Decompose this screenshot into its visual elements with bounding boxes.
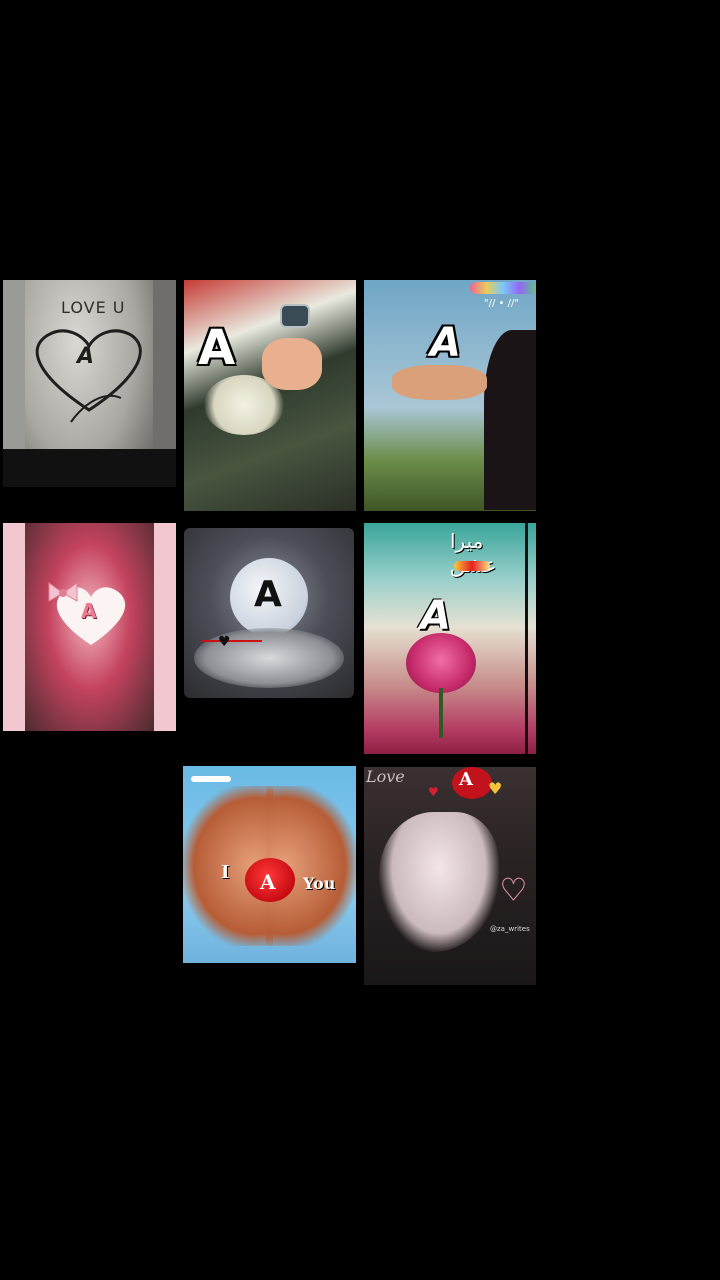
letter-a: A — [430, 320, 461, 366]
tile-moon[interactable]: ♥ A — [184, 528, 354, 698]
hand-image — [379, 812, 499, 952]
tile-holding-hands[interactable]: A — [184, 280, 356, 511]
tile-bottom-shadow — [3, 449, 176, 487]
tile-love-u-sand-heart[interactable]: LOVE U A — [3, 280, 176, 487]
rose-stem — [439, 688, 443, 738]
tile-dark-hand[interactable]: Love A ♥ ♥ ♥ @za_writes — [364, 767, 536, 985]
letter-a: A — [420, 593, 451, 639]
letter-a: A — [260, 870, 276, 894]
word-i: I — [221, 862, 230, 883]
tile-rose[interactable]: میرا عشق A — [364, 523, 536, 754]
tile-sky-girl[interactable]: "// • //" A — [364, 280, 536, 511]
tile-pink-bow-heart[interactable]: A — [3, 523, 176, 731]
tiny-banner — [191, 776, 231, 782]
love-script: Love — [366, 767, 405, 786]
letter-a: A — [254, 574, 282, 615]
emoji-strip — [470, 282, 536, 294]
divider-line — [525, 523, 528, 754]
outline-heart-icon: ♥ — [500, 873, 528, 909]
badge-text: "// • //" — [484, 298, 519, 309]
yellow-heart-icon: ♥ — [488, 779, 503, 798]
small-red-heart-icon: ♥ — [428, 785, 439, 799]
heart-icon — [48, 582, 126, 645]
black-heart-icon: ♥ — [218, 634, 231, 650]
emoji-strip — [454, 561, 490, 571]
letter-a: A — [77, 344, 95, 369]
hands-image — [262, 338, 322, 390]
girl-hand-image — [392, 365, 487, 400]
letter-a: A — [198, 320, 236, 376]
letter-a: A — [81, 599, 97, 623]
watch-icon — [280, 304, 310, 328]
girl-hair-image — [484, 330, 536, 510]
clouds-decoration — [194, 628, 344, 688]
heartbeat-icon — [202, 640, 262, 642]
watermark-text: @za_writes — [490, 925, 530, 933]
word-you: You — [303, 874, 336, 893]
rose-image — [406, 633, 476, 693]
letter-a: A — [459, 769, 473, 790]
tile-heart-hands[interactable]: I A You — [183, 766, 356, 963]
